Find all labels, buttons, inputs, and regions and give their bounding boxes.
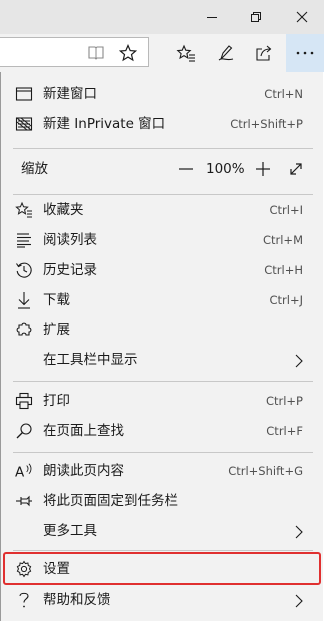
history-icon (15, 261, 33, 279)
zoom-in-button[interactable] (254, 161, 272, 177)
reading-view-button[interactable] (78, 34, 114, 72)
puzzle-icon (15, 321, 33, 339)
menu-item-label: 打印 (43, 393, 70, 409)
menu-item-shortcut: Ctrl+Shift+G (228, 464, 303, 478)
menu-item-label: 更多工具 (43, 523, 97, 539)
pin-icon (15, 492, 33, 510)
restore-icon (251, 12, 261, 22)
menu-item-help[interactable]: 帮助和反馈 (1, 585, 323, 615)
menu-item-new-inprivate[interactable]: 新建 InPrivate 窗口 Ctrl+Shift+P (1, 109, 323, 139)
book-icon (88, 46, 104, 60)
menu-item-downloads[interactable]: 下载 Ctrl+J (1, 285, 323, 315)
menu-item-show-in-toolbar[interactable]: 在工具栏中显示 (1, 345, 323, 375)
menu-item-label: 在工具栏中显示 (43, 352, 138, 368)
menu-item-shortcut: Ctrl+P (265, 394, 303, 408)
browser-toolbar (0, 34, 324, 72)
chevron-right-icon (295, 353, 303, 372)
menu-item-label: 下载 (43, 292, 70, 308)
share-icon (256, 45, 272, 61)
menu-divider (13, 550, 313, 551)
chevron-right-icon (295, 593, 303, 612)
menu-item-label: 新建窗口 (43, 86, 97, 102)
more-button[interactable] (286, 34, 324, 72)
menu-item-shortcut: Ctrl+F (266, 424, 303, 438)
ellipsis-icon (296, 51, 314, 55)
browser-window: 新建窗口 Ctrl+N 新建 InPrivate 窗口 Ctrl+Shift+P (0, 0, 324, 621)
share-button[interactable] (246, 34, 282, 72)
minus-icon (179, 168, 193, 170)
read-aloud-icon: A (15, 462, 33, 480)
menu-item-shortcut: Ctrl+H (264, 263, 303, 277)
menu-item-reading-list[interactable]: 阅读列表 Ctrl+M (1, 225, 323, 255)
search-icon (15, 422, 33, 440)
menu-divider (13, 148, 313, 149)
menu-item-label: 阅读列表 (43, 232, 97, 248)
minimize-button[interactable] (190, 0, 234, 34)
zoom-value: 100% (206, 161, 245, 177)
menu-item-label: 扩展 (43, 322, 70, 338)
notes-button[interactable] (208, 34, 244, 72)
plus-icon (256, 162, 270, 176)
menu-item-label: 帮助和反馈 (43, 592, 111, 608)
menu-item-print[interactable]: 打印 Ctrl+P (1, 386, 323, 416)
address-bar[interactable] (0, 37, 149, 67)
menu-item-more-tools[interactable]: 更多工具 (1, 516, 323, 546)
fullscreen-icon (290, 163, 302, 175)
menu-item-label: 在页面上查找 (43, 423, 124, 439)
menu-item-shortcut: Ctrl+M (262, 233, 303, 247)
menu-item-find[interactable]: 在页面上查找 Ctrl+F (1, 416, 323, 446)
menu-item-read-aloud[interactable]: A 朗读此页内容 Ctrl+Shift+G (1, 456, 323, 486)
fullscreen-button[interactable] (287, 160, 305, 178)
menu-item-label: 新建 InPrivate 窗口 (43, 116, 166, 132)
minimize-icon (207, 17, 217, 18)
menu-item-shortcut: Ctrl+N (264, 87, 303, 101)
menu-divider (13, 381, 313, 382)
menu-item-pin-to-taskbar[interactable]: 将此页面固定到任务栏 (1, 486, 323, 516)
reading-list-icon (15, 231, 33, 249)
printer-icon (15, 392, 33, 410)
menu-item-shortcut: Ctrl+J (269, 293, 304, 307)
star-list-icon (15, 201, 33, 219)
pen-icon (218, 45, 234, 61)
star-list-icon (176, 44, 195, 62)
chevron-right-icon (295, 524, 303, 543)
menu-item-extensions[interactable]: 扩展 (1, 315, 323, 345)
menu-item-favorites[interactable]: 收藏夹 Ctrl+I (1, 195, 323, 225)
download-icon (15, 291, 33, 309)
settings-highlight-box (3, 552, 321, 585)
menu-item-label: 历史记录 (43, 262, 97, 278)
more-menu: 新建窗口 Ctrl+N 新建 InPrivate 窗口 Ctrl+Shift+P (0, 72, 323, 621)
zoom-out-button[interactable] (177, 161, 195, 177)
close-button[interactable] (280, 0, 324, 34)
add-favorite-button[interactable] (110, 34, 146, 72)
restore-button[interactable] (234, 0, 278, 34)
star-icon (119, 44, 137, 62)
menu-divider (13, 452, 313, 453)
window-icon (15, 85, 33, 103)
menu-item-shortcut: Ctrl+Shift+P (230, 117, 303, 131)
zoom-row: 缩放 100% (1, 154, 323, 184)
menu-item-label: 收藏夹 (43, 202, 84, 218)
menu-item-shortcut: Ctrl+I (269, 203, 304, 217)
svg-text:A: A (15, 464, 25, 480)
zoom-label: 缩放 (21, 161, 48, 177)
title-bar (0, 0, 324, 34)
inprivate-icon (15, 115, 33, 133)
menu-item-label: 将此页面固定到任务栏 (43, 493, 178, 509)
question-icon (15, 591, 33, 609)
close-icon (296, 11, 308, 23)
menu-item-new-window[interactable]: 新建窗口 Ctrl+N (1, 79, 323, 109)
favorites-hub-button[interactable] (168, 34, 204, 72)
menu-item-label: 朗读此页内容 (43, 463, 124, 479)
menu-item-history[interactable]: 历史记录 Ctrl+H (1, 255, 323, 285)
